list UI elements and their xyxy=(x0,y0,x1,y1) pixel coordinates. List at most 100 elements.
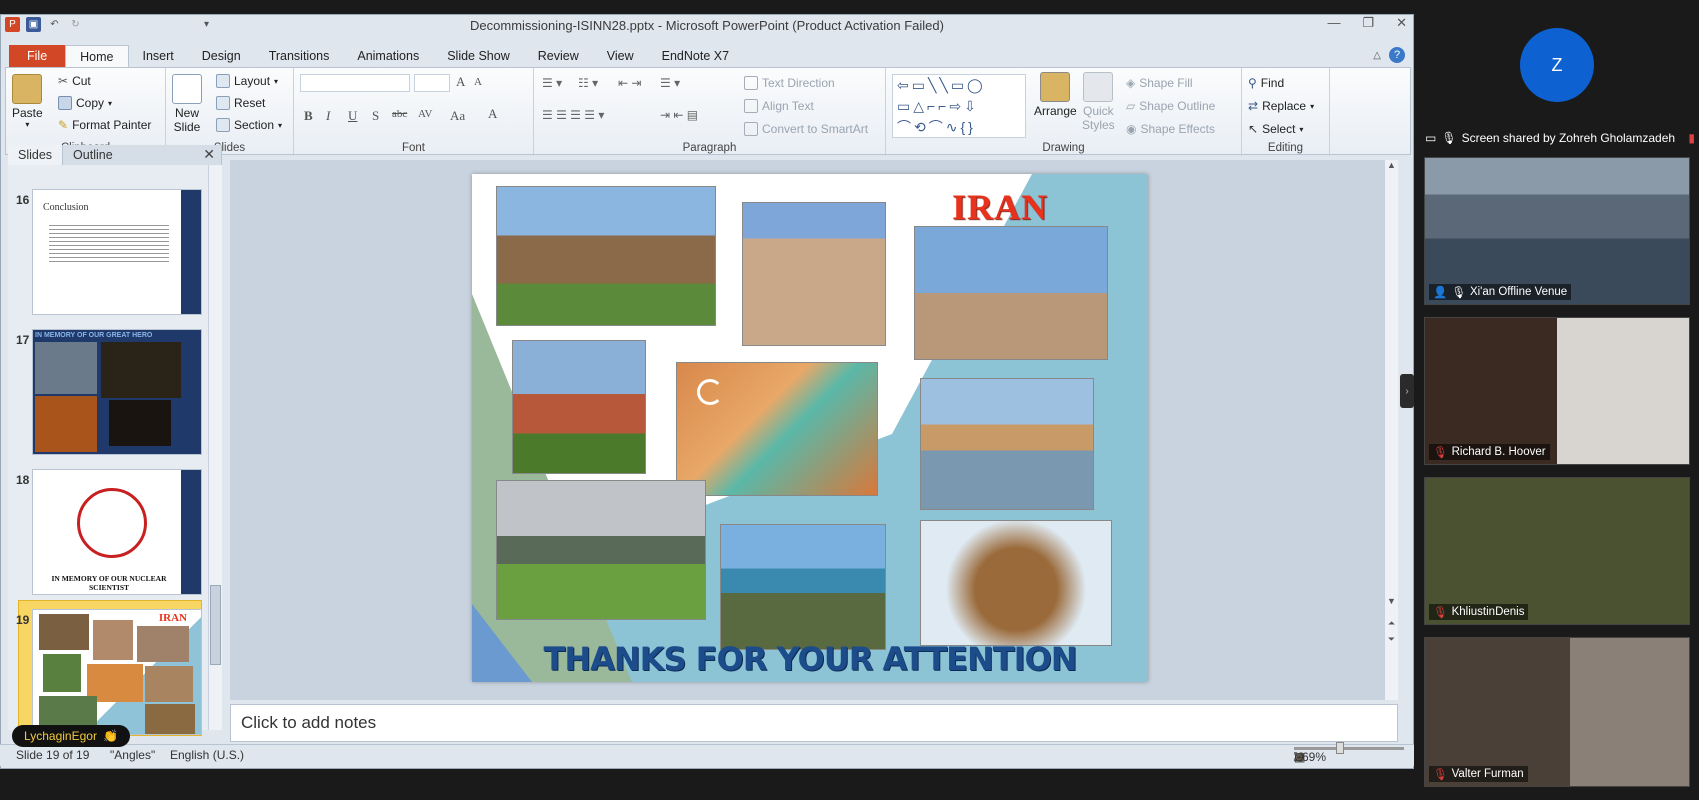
shadow-button[interactable]: S xyxy=(372,108,379,124)
cut-button[interactable]: ✂ Cut xyxy=(58,74,91,88)
notes-pane[interactable]: Click to add notes xyxy=(230,704,1398,742)
ribbon-help: △ ? xyxy=(1373,47,1405,63)
convert-smartart-button[interactable]: Convert to SmartArt xyxy=(744,122,868,136)
signal-icon: ▮ xyxy=(1688,131,1695,145)
scroll-up-icon[interactable]: ▲ xyxy=(1385,160,1398,174)
align-buttons[interactable]: ☰ ☰ ☰ ☰ ▾ xyxy=(542,108,604,122)
fill-icon: ◈ xyxy=(1126,76,1136,90)
numbering-button[interactable]: ☷ ▾ xyxy=(578,76,598,90)
tab-outline[interactable]: Outline xyxy=(63,145,123,165)
tab-design[interactable]: Design xyxy=(188,45,255,67)
format-painter-button[interactable]: ✎ Format Painter xyxy=(58,118,151,132)
tab-review[interactable]: Review xyxy=(524,45,593,67)
editor-scrollbar[interactable]: ▲ ▼ ⏶ ⏷ xyxy=(1384,160,1398,700)
shapes-gallery[interactable]: ⇦▭╲╲▭◯ ▭△⌐⌐⇨⇩ ⌒⟲⌒∿{} xyxy=(892,74,1026,138)
tab-home[interactable]: Home xyxy=(65,45,129,67)
grow-font-button[interactable]: A xyxy=(456,74,465,90)
help-icon[interactable]: ? xyxy=(1389,47,1405,63)
quick-styles-icon xyxy=(1083,72,1114,102)
font-color-button[interactable]: A xyxy=(488,106,497,122)
current-slide[interactable]: IRAN THANKS FOR YOUR ATTENTION xyxy=(472,174,1148,682)
section-button[interactable]: Section ▾ xyxy=(216,118,282,132)
reset-button[interactable]: Reset xyxy=(216,96,265,110)
replace-button[interactable]: ⇄ Replace ▾ xyxy=(1248,99,1314,113)
text-direction-button[interactable]: Text Direction xyxy=(744,76,835,90)
copy-button[interactable]: Copy ▾ xyxy=(58,96,112,110)
video-tile-khliustin[interactable]: 🎙 KhliustinDenis xyxy=(1424,477,1690,625)
photo-baskets xyxy=(920,520,1112,646)
theme-name[interactable]: "Angles" xyxy=(110,748,155,762)
slide-thumbnail-19[interactable]: IRAN xyxy=(32,609,202,735)
minimize-button[interactable]: — xyxy=(1327,15,1340,31)
tab-slide-show[interactable]: Slide Show xyxy=(433,45,524,67)
zoom-slider-thumb[interactable] xyxy=(1336,742,1344,754)
minimize-ribbon-icon[interactable]: △ xyxy=(1373,50,1381,61)
indent-buttons[interactable]: ⇤ ⇥ xyxy=(618,76,641,90)
slide-thumbnail-18[interactable]: IN MEMORY OF OUR NUCLEAR SCIENTIST xyxy=(32,469,202,595)
tab-view[interactable]: View xyxy=(593,45,648,67)
tab-animations[interactable]: Animations xyxy=(343,45,433,67)
shape-fill-button[interactable]: ◈ Shape Fill xyxy=(1126,76,1193,90)
tab-endnote[interactable]: EndNote X7 xyxy=(648,45,743,67)
prev-slide-icon[interactable]: ⏶ xyxy=(1385,618,1398,632)
video-tile-hoover[interactable]: 🎙 Richard B. Hoover xyxy=(1424,317,1690,465)
line-spacing-button[interactable]: ☰ ▾ xyxy=(660,76,680,90)
copy-icon xyxy=(58,96,72,110)
photo-terraces xyxy=(676,362,878,496)
change-case-button[interactable]: Aa xyxy=(450,108,465,124)
close-pane-icon[interactable]: ✕ xyxy=(203,146,215,163)
zoom-slider[interactable] xyxy=(1294,742,1404,754)
muted-microphone-icon: 🎙 xyxy=(1433,447,1448,459)
new-slide-icon xyxy=(172,74,202,104)
ribbon: Paste ▾ ✂Cut Copy▾ ✎Format Painter Clipb… xyxy=(5,67,1411,156)
paste-button[interactable]: Paste ▾ xyxy=(12,74,43,129)
find-button[interactable]: ⚲ Find xyxy=(1248,76,1284,90)
video-tile-furman[interactable]: 🎙 Valter Furman xyxy=(1424,637,1690,787)
font-size-box[interactable] xyxy=(414,74,450,92)
strikethrough-button[interactable]: abc xyxy=(392,108,407,120)
tab-file[interactable]: File xyxy=(9,45,66,67)
video-tile-xian[interactable]: 👤 🎙 Xi'an Offline Venue xyxy=(1424,157,1690,305)
tab-transitions[interactable]: Transitions xyxy=(255,45,344,67)
thumb-number: 16 xyxy=(16,193,30,207)
slide-thumbnail-16[interactable]: Conclusion xyxy=(32,189,202,315)
avatar: Z xyxy=(1520,28,1594,102)
status-bar: Slide 19 of 19 "Angles" English (U.S.) ▣… xyxy=(0,742,1414,766)
section-icon xyxy=(216,118,230,132)
reset-icon xyxy=(216,96,230,110)
zoom-level[interactable]: 69% xyxy=(1302,750,1326,764)
title-bar: P ▣ ↶ ↻ ▾ Decommissioning-ISINN28.pptx -… xyxy=(1,15,1413,35)
next-slide-icon[interactable]: ⏷ xyxy=(1385,634,1398,648)
font-name-box[interactable] xyxy=(300,74,410,92)
bold-button[interactable]: B xyxy=(304,108,313,124)
collapse-panel-handle[interactable]: › xyxy=(1400,374,1414,408)
char-spacing-button[interactable]: AV xyxy=(418,108,432,120)
quick-styles-button[interactable]: Quick Styles xyxy=(1082,72,1115,132)
bullets-button[interactable]: ☰ ▾ xyxy=(542,76,562,90)
layout-button[interactable]: Layout ▾ xyxy=(216,74,278,88)
fit-window-icon[interactable]: ⛶ xyxy=(1294,750,1302,765)
cursor-icon: ↖ xyxy=(1248,122,1259,136)
underline-button[interactable]: U xyxy=(348,108,357,124)
thumb-number: 18 xyxy=(16,473,30,487)
shape-effects-button[interactable]: ◉ Shape Effects xyxy=(1126,122,1215,136)
tab-insert[interactable]: Insert xyxy=(129,45,188,67)
align-text-button[interactable]: Align Text xyxy=(744,99,814,113)
maximize-button[interactable]: ❐ xyxy=(1362,15,1374,31)
new-slide-button[interactable]: New Slide xyxy=(172,74,202,134)
effects-icon: ◉ xyxy=(1126,122,1137,136)
slide-thumbnail-17[interactable]: IN MEMORY OF OUR GREAT HERO xyxy=(32,329,202,455)
slides-pane-scrollbar[interactable] xyxy=(208,165,222,730)
shrink-font-button[interactable]: A xyxy=(474,76,482,88)
scroll-down-icon[interactable]: ▼ xyxy=(1385,596,1398,612)
language[interactable]: English (U.S.) xyxy=(170,748,244,762)
select-button[interactable]: ↖ Select ▾ xyxy=(1248,122,1303,136)
paste-icon xyxy=(12,74,43,104)
arrange-button[interactable]: Arrange xyxy=(1034,72,1077,118)
shape-outline-button[interactable]: ▱ Shape Outline xyxy=(1126,99,1215,113)
close-button[interactable]: ✕ xyxy=(1396,15,1407,31)
scroll-thumb[interactable] xyxy=(210,585,221,665)
italic-button[interactable]: I xyxy=(326,108,330,124)
rtl-buttons[interactable]: ⇥ ⇤ ▤ xyxy=(660,108,698,122)
tab-slides[interactable]: Slides xyxy=(8,145,64,165)
